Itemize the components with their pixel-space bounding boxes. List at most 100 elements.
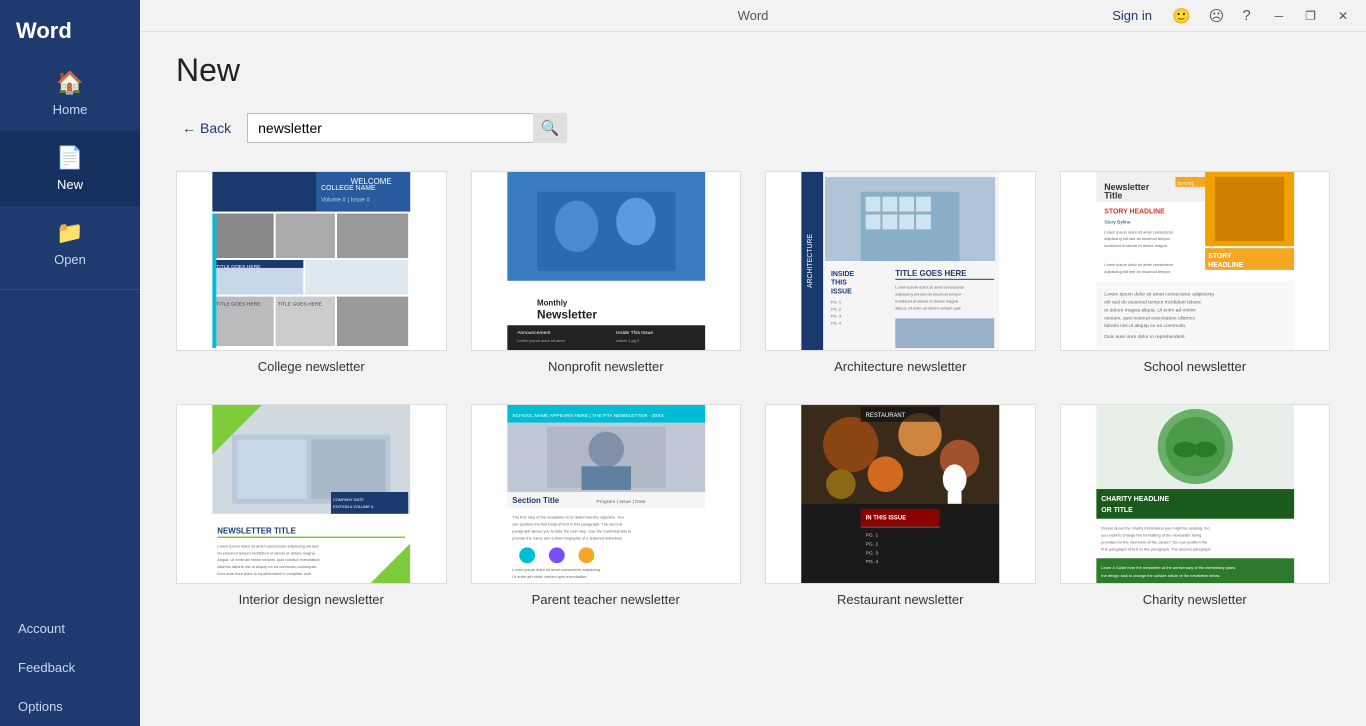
svg-text:HEADLINE: HEADLINE [1208,262,1244,269]
svg-text:Dream about the charity inform: Dream about the charity information you … [1101,526,1210,531]
sidebar-item-options[interactable]: Options [0,687,140,726]
svg-text:adipiscing elit sed do eiusmod: adipiscing elit sed do eiusmod tempor [1104,269,1171,274]
svg-text:Title: Title [1104,191,1122,201]
template-card-charity[interactable]: CHARITY HEADLINE OR TITLE Dream about th… [1060,404,1331,607]
sidebar-bottom-nav: Account Feedback Options [0,609,140,726]
svg-text:incididunt ut labore et dolore: incididunt ut labore et dolore magna [895,299,958,304]
svg-text:Announcement: Announcement [517,330,551,336]
svg-text:PG. 3: PG. 3 [831,313,842,318]
svg-text:provide the name and a brief b: provide the name and a brief biography o… [512,535,622,540]
svg-text:COMPANY DATE: COMPANY DATE [333,497,364,502]
svg-text:et dolore magna aliqua. Ut eni: et dolore magna aliqua. Ut enim ad minim [1104,307,1195,313]
svg-text:PG. 4: PG. 4 [866,559,879,565]
svg-text:STORY HEADLINE: STORY HEADLINE [1104,209,1165,216]
svg-text:STORY: STORY [1208,253,1232,260]
sidebar-item-new[interactable]: 📄 New [0,131,140,206]
signin-button[interactable]: Sign in [1106,6,1158,25]
svg-text:Story Byline: Story Byline [1104,219,1131,225]
template-card-college[interactable]: COLLEGE NAME Volume # | Issue # WELCOME … [176,171,447,374]
svg-text:Learn a Guide from the newslet: Learn a Guide from the newsletter at the… [1101,565,1235,570]
template-label-school: School newsletter [1143,359,1246,374]
svg-text:Lorem ipsum dolor sit amet con: Lorem ipsum dolor sit amet consectetur a… [512,567,601,572]
search-button[interactable]: 🔍 [533,113,567,143]
svg-text:Duis aute irure dolor in repre: Duis aute irure dolor in reprehenderit i… [217,571,312,576]
sidebar: Word 🏠 Home 📄 New 📁 Open Account Feedbac… [0,0,140,726]
svg-text:[DATE]: [DATE] [1177,181,1193,187]
template-thumb-architecture: ARCHITECTURE INSIDE THIS IS [765,171,1036,351]
svg-text:Lorem ipsum dolor sit amet con: Lorem ipsum dolor sit amet consectetur [895,285,965,290]
svg-text:you want to change the formatt: you want to change the formatting of the… [1101,533,1201,538]
maximize-button[interactable]: ❐ [1295,5,1326,27]
template-card-architecture[interactable]: ARCHITECTURE INSIDE THIS IS [765,171,1036,374]
svg-text:Lorem ipsum dolor sit amet con: Lorem ipsum dolor sit amet consectetur a… [217,543,318,548]
page-title: New [176,52,1330,89]
template-label-college: College newsletter [258,359,365,374]
template-thumb-college: COLLEGE NAME Volume # | Issue # WELCOME … [176,171,447,351]
svg-text:Aliqua. Ut enim ad minim venia: Aliqua. Ut enim ad minim veniam, quis no… [217,557,319,562]
svg-text:PG. 3: PG. 3 [866,550,879,556]
svg-text:do eiusmod tempor incididunt u: do eiusmod tempor incididunt ut labore e… [217,550,315,555]
window-controls: ─ ❐ ✕ [1265,5,1358,27]
sidebar-item-feedback[interactable]: Feedback [0,648,140,687]
svg-text:CHARITY HEADLINE: CHARITY HEADLINE [1101,496,1169,503]
template-card-restaurant[interactable]: RESTAURANT IN THIS ISSUE PG. 1 PG. 2 PG.… [765,404,1036,607]
help-icon[interactable]: ? [1238,5,1254,26]
svg-text:Inside This Issue: Inside This Issue [616,330,653,336]
app-title: Word [0,0,140,56]
sidebar-item-new-label: New [57,177,83,192]
search-input[interactable] [247,113,567,143]
template-thumb-school: Newsletter Title [DATE] STORY HEADLINE S… [1060,171,1331,351]
svg-text:Volume # | Issue #: Volume # | Issue # [321,198,370,204]
svg-text:adipiscing elit sed do eiusmod: adipiscing elit sed do eiusmod tempor [895,292,962,297]
smiley-icon[interactable]: 🙂 [1168,5,1195,27]
template-label-interior: Interior design newsletter [239,592,384,607]
feedback-label: Feedback [18,660,75,675]
search-bar: ← Back 🔍 [176,113,1330,143]
svg-text:ISSUE: ISSUE [831,289,852,296]
sidebar-item-open[interactable]: 📁 Open [0,206,140,281]
template-grid: COLLEGE NAME Volume # | Issue # WELCOME … [176,171,1330,607]
titlebar-app-name: Word [738,8,769,23]
template-label-parent: Parent teacher newsletter [532,592,680,607]
titlebar: Word Sign in 🙂 ☹ ? ─ ❐ ✕ [140,0,1366,32]
svg-text:EDITION # VOLUME #: EDITION # VOLUME # [333,504,374,509]
svg-text:Section Title: Section Title [512,496,559,505]
svg-text:adipiscing elit sed do eiusmod: adipiscing elit sed do eiusmod tempor [1104,236,1171,241]
template-thumb-parent: SCHOOL NAME APPEARS HERE | THE PTA NEWSL… [471,404,742,584]
svg-text:SCHOOL NAME APPEARS HERE | T: SCHOOL NAME APPEARS HERE | THE PTA NEWSL… [512,413,664,419]
svg-text:Lorem ipsum dolor sit amet: Lorem ipsum dolor sit amet [517,338,565,343]
template-thumb-nonprofit: Monthly Newsletter Announcement Inside T… [471,171,742,351]
svg-text:Program | Issue | Date: Program | Issue | Date [596,499,645,505]
back-label: Back [200,120,231,136]
svg-text:Article 1 pg 2: Article 1 pg 2 [616,338,639,343]
back-button[interactable]: ← Back [176,116,237,140]
close-button[interactable]: ✕ [1328,5,1358,27]
main-content: New ← Back 🔍 COLLEGE NAME Volume # | Iss… [140,32,1366,726]
sidebar-item-account[interactable]: Account [0,609,140,648]
template-label-nonprofit: Nonprofit newsletter [548,359,664,374]
account-label: Account [18,621,65,636]
svg-text:Ut enim ad minim veniam quis e: Ut enim ad minim veniam quis exercitatio… [512,574,587,579]
svg-text:PG. 2: PG. 2 [831,306,841,311]
template-card-interior[interactable]: COMPANY DATE EDITION # VOLUME # NEWSLETT… [176,404,447,607]
svg-text:aliqua. Ut enim ad minim venia: aliqua. Ut enim ad minim veniam quis [895,305,960,310]
home-icon: 🏠 [56,70,83,96]
template-label-restaurant: Restaurant newsletter [837,592,963,607]
svg-text:Duis aute irure dolor in repre: Duis aute irure dolor in reprehenderit. [1104,334,1186,340]
template-card-school[interactable]: Newsletter Title [DATE] STORY HEADLINE S… [1060,171,1331,374]
svg-text:ullamco laboris nisi ut aliqui: ullamco laboris nisi ut aliquip ex ea co… [217,564,317,569]
svg-text:laboris nisi ut aliquip ex ea: laboris nisi ut aliquip ex ea commodo. [1104,323,1186,329]
svg-text:incididunt ut labore et dolore: incididunt ut labore et dolore magna [1104,243,1167,248]
template-thumb-interior: COMPANY DATE EDITION # VOLUME # NEWSLETT… [176,404,447,584]
sidebar-item-open-label: Open [54,252,86,267]
template-card-parent[interactable]: SCHOOL NAME APPEARS HERE | THE PTA NEWSL… [471,404,742,607]
svg-text:THIS: THIS [831,280,847,287]
minimize-button[interactable]: ─ [1265,5,1294,27]
template-card-nonprofit[interactable]: Monthly Newsletter Announcement Inside T… [471,171,742,374]
svg-text:IN THIS ISSUE: IN THIS ISSUE [866,516,907,522]
sidebar-item-home[interactable]: 🏠 Home [0,56,140,131]
svg-text:TITLE GOES HERE: TITLE GOES HERE [216,302,261,308]
frown-icon[interactable]: ☹ [1205,5,1229,27]
new-doc-icon: 📄 [56,145,83,171]
svg-text:TITLE GOES HERE: TITLE GOES HERE [278,302,323,308]
